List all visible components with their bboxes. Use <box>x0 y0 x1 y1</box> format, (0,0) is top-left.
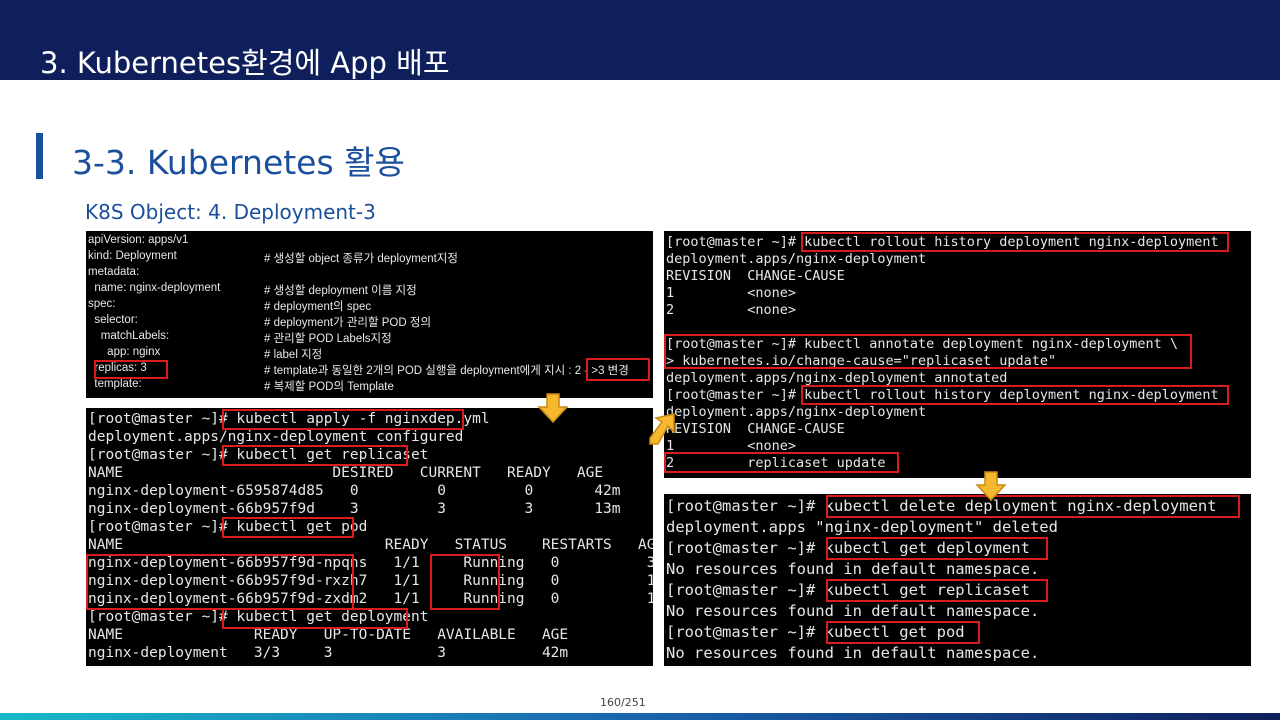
yaml-line: apiVersion: apps/v1 <box>88 234 189 246</box>
yaml-comment: # deployment의 spec <box>264 301 372 313</box>
terminal-line: deployment.apps "nginx-deployment" delet… <box>666 518 1058 536</box>
terminal-line: deployment.apps/nginx-deployment <box>666 251 927 267</box>
terminal-line: No resources found in default namespace. <box>666 560 1040 578</box>
terminal-line: deployment.apps/nginx-deployment configu… <box>88 429 464 445</box>
yaml-line: matchLabels: <box>88 330 170 342</box>
terminal-line: deployment.apps/nginx-deployment annotat… <box>666 370 1008 386</box>
yaml-line: template: <box>88 378 142 390</box>
highlight-delete-cmd <box>826 495 1240 518</box>
header-title: 3. Kubernetes환경에 App 배포 <box>40 46 450 80</box>
page-number: 160/251 <box>600 696 646 709</box>
arrow-down-icon <box>975 471 1007 502</box>
yaml-line: selector: <box>88 314 138 326</box>
highlight-get-deployment <box>826 537 1048 560</box>
terminal-line: nginx-deployment-6595874d85 0 0 0 42m <box>88 483 621 499</box>
yaml-comment: # template과 동일한 2개의 POD 실행을 deployment에게… <box>264 365 629 377</box>
rollout-terminal: [root@master ~]# kubectl rollout history… <box>664 231 1251 478</box>
yaml-line: spec: <box>88 298 116 310</box>
highlight-rollout-history-1 <box>801 232 1229 252</box>
yaml-line: app: nginx <box>88 346 161 358</box>
yaml-line: kind: Deployment <box>88 250 177 262</box>
terminal-line: 2 <none> <box>666 302 797 318</box>
highlight-get-pod <box>826 621 980 644</box>
yaml-comment: # 생성할 deployment 이름 지정 <box>264 285 417 297</box>
arrow-down-icon <box>537 393 569 424</box>
terminal-line: No resources found in default namespace. <box>666 602 1040 620</box>
terminal-line: NAME READY UP-TO-DATE AVAILABLE AGE <box>88 627 569 643</box>
terminal-line: 1 <none> <box>666 285 797 301</box>
yaml-terminal: apiVersion: apps/v1 kind: Deployment met… <box>86 231 653 398</box>
delete-terminal: [root@master ~]# kubectl delete deployme… <box>664 494 1251 666</box>
highlight-get-pod <box>222 517 354 538</box>
yaml-line: name: nginx-deployment <box>88 282 221 294</box>
section-subtitle: K8S Object: 4. Deployment-3 <box>85 200 376 224</box>
yaml-line: metadata: <box>88 266 140 278</box>
highlight-replica-change <box>586 358 650 381</box>
highlight-rollout-history-2 <box>801 385 1229 405</box>
terminal-line: deployment.apps/nginx-deployment <box>666 404 927 420</box>
terminal-line: REVISION CHANGE-CAUSE <box>666 421 845 437</box>
highlight-get-replicaset <box>826 579 1048 602</box>
highlight-revision-2 <box>664 452 899 473</box>
apply-terminal: [root@master ~]# kubectl apply -f nginxd… <box>86 408 653 666</box>
terminal-line: No resources found in default namespace. <box>666 644 1040 662</box>
terminal-line: NAME DESIRED CURRENT READY AGE <box>88 465 604 481</box>
yaml-comment: # 복제할 POD의 Template <box>264 381 394 393</box>
section-marker <box>36 133 43 179</box>
yaml-comment: # deployment가 관리할 POD 정의 <box>264 317 432 329</box>
terminal-line: nginx-deployment-66b957f9d 3 3 3 13m <box>88 501 621 517</box>
highlight-apply-cmd <box>222 409 464 430</box>
terminal-line: REVISION CHANGE-CAUSE <box>666 268 845 284</box>
highlight-replicas <box>94 360 168 379</box>
highlight-pod-names <box>86 554 354 610</box>
footer-bar <box>0 713 1280 720</box>
yaml-comment: # 생성할 object 종류가 deployment지정 <box>264 253 458 265</box>
terminal-line: NAME READY STATUS RESTARTS AGE <box>88 537 653 553</box>
highlight-get-replicaset <box>222 445 408 466</box>
header-bar: 3. Kubernetes환경에 App 배포 <box>0 0 1280 80</box>
yaml-comment: # label 지정 <box>264 349 323 361</box>
yaml-comment: # 관리할 POD Labels지정 <box>264 333 392 345</box>
highlight-get-deployment <box>222 608 408 629</box>
highlight-annotate-cmd <box>664 334 1192 369</box>
arrow-up-right-icon <box>649 413 675 445</box>
section-title: 3-3. Kubernetes 활용 <box>72 143 405 182</box>
terminal-line: nginx-deployment 3/3 3 3 42m <box>88 645 569 661</box>
highlight-pod-status <box>430 554 500 610</box>
